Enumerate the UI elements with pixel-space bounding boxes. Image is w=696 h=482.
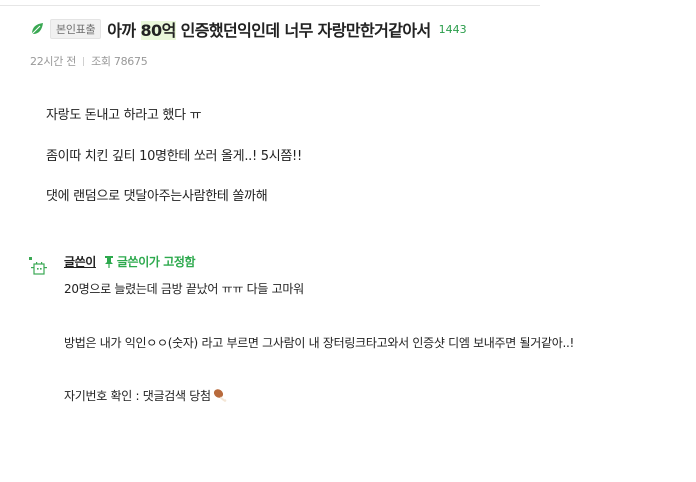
post-views: 조회 78675 xyxy=(91,55,148,68)
post-title-row: 본인표출 아까 80억 인증했던익인데 너무 자랑만한거같아서 1443 xyxy=(30,16,467,42)
drumstick-icon xyxy=(213,389,226,402)
comment-line: 자기번호 확인 : 댓글검색 당첨 xyxy=(64,387,227,404)
avatar-icon xyxy=(29,257,47,275)
comment-count[interactable]: 1443 xyxy=(439,23,467,36)
top-divider xyxy=(0,5,540,6)
post-title[interactable]: 아까 80억 인증했던익인데 너무 자랑만한거같아서 xyxy=(107,17,432,41)
post-body-line: 좀이따 치킨 깊티 10명한테 쏘러 올게..! 5시쯤!! xyxy=(46,149,302,164)
post-time: 22시간 전 xyxy=(30,55,77,68)
comment-line: 20명으로 늘렸는데 금방 끝났어 ㅠㅠ 다들 고마워 xyxy=(64,282,304,296)
comment-header: 글쓴이 글쓴이가 고정함 xyxy=(64,253,196,270)
post-meta: 22시간 전 조회 78675 xyxy=(30,53,148,69)
post-title-part: 인증했던익인데 너무 자랑만한거같아서 xyxy=(175,21,432,40)
pinned-text: 글쓴이가 고정함 xyxy=(116,255,196,269)
pin-icon xyxy=(104,255,113,268)
leaf-icon xyxy=(31,23,43,35)
comment-line-text: 자기번호 확인 : 댓글검색 당첨 xyxy=(64,389,211,403)
post-title-part: 아까 xyxy=(107,21,141,40)
post-title-highlight: 80억 xyxy=(140,21,176,40)
category-badge[interactable]: 본인표출 xyxy=(50,19,102,39)
meta-separator xyxy=(83,57,85,66)
pinned-label: 글쓴이가 고정함 xyxy=(104,253,196,270)
post-body-line: 댓에 랜덤으로 댓달아주는사람한테 쏠까해 xyxy=(46,189,268,204)
comment-line: 방법은 내가 익인ㅇㅇ(숫자) 라고 부르면 그사람이 내 장터링크타고와서 인… xyxy=(64,336,575,350)
post-body-line: 자랑도 돈내고 하라고 했다 ㅠ xyxy=(46,108,202,123)
comment-author[interactable]: 글쓴이 xyxy=(64,253,96,270)
